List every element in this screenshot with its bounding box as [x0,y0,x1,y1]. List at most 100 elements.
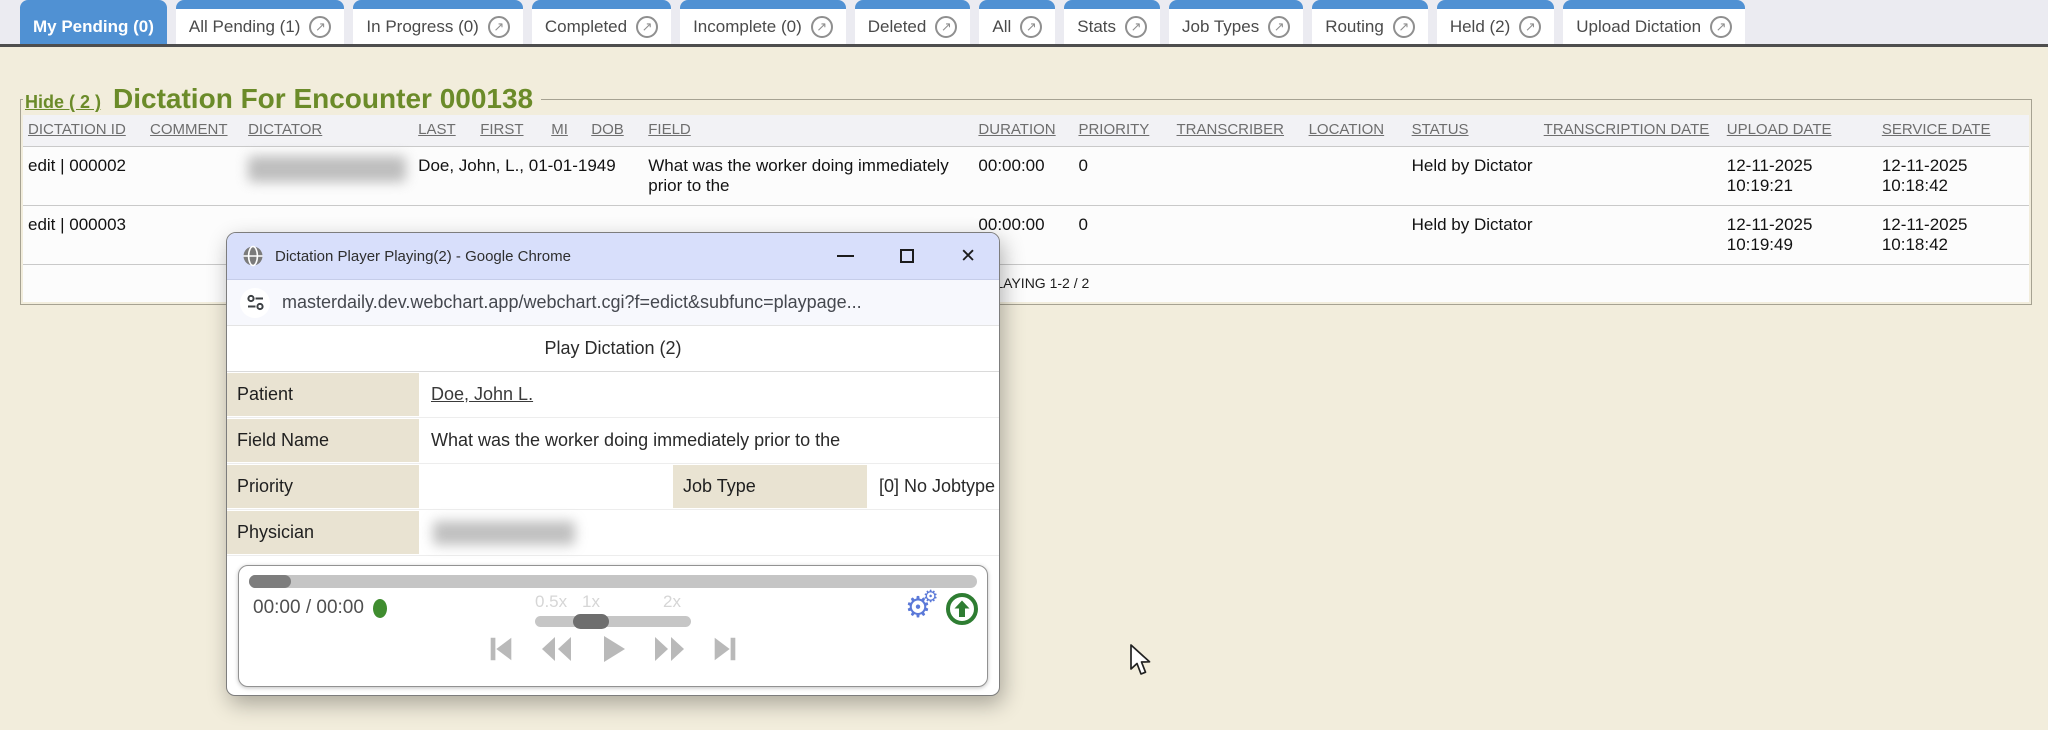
service-date-cell: 12-11-2025 10:18:42 [1877,205,2029,264]
upload-date-cell: 12-11-2025 10:19:49 [1722,205,1877,264]
open-new-window-icon[interactable]: ↗ [309,16,331,38]
tab-held[interactable]: Held (2) ↗ [1437,0,1554,44]
dictation-player-window: Dictation Player Playing(2) - Google Chr… [226,232,1000,696]
transcriber-cell [1172,205,1304,264]
speed-slider[interactable] [535,616,691,627]
open-new-window-icon[interactable]: ↗ [488,16,510,38]
open-new-window-icon[interactable]: ↗ [1710,16,1732,38]
speed-label-1x: 1x [582,592,600,612]
column-header-transcription-date[interactable]: TRANSCRIPTION DATE [1539,115,1722,147]
column-header-mi[interactable]: MI [546,115,586,147]
tab-upload-dictation[interactable]: Upload Dictation ↗ [1563,0,1745,44]
priority-label: Priority [227,465,419,508]
tab-incomplete[interactable]: Incomplete (0) ↗ [680,0,846,44]
tab-label: Job Types [1182,17,1259,37]
patient-row: Patient Doe, John L. [227,372,999,418]
tab-in-progress[interactable]: In Progress (0) ↗ [353,0,522,44]
column-header-field[interactable]: FIELD [643,115,973,147]
upload-arrow-icon[interactable] [945,592,979,631]
window-title-bar[interactable]: Dictation Player Playing(2) - Google Chr… [227,233,999,280]
open-new-window-icon[interactable]: ↗ [1125,16,1147,38]
hide-toggle-link[interactable]: Hide ( 2 ) [25,92,101,113]
column-header-last[interactable]: LAST [413,115,475,147]
open-new-window-icon[interactable]: ↗ [935,16,957,38]
transcription-date-cell [1539,205,1722,264]
tab-deleted[interactable]: Deleted ↗ [855,0,971,44]
job-type-value: [0] No Jobtype [867,464,999,509]
open-new-window-icon[interactable]: ↗ [1393,16,1415,38]
dictator-cell [243,146,413,205]
column-header-service-date[interactable]: SERVICE DATE [1877,115,2029,147]
tab-label: Deleted [868,17,927,37]
transcription-date-cell [1539,146,1722,205]
patient-name-dob-cell: Doe, John, L., 01-01-1949 [413,146,643,205]
play-dictation-heading: Play Dictation (2) [227,326,999,372]
status-cell: Held by Dictator [1407,205,1539,264]
minimize-icon[interactable] [837,255,854,257]
tab-label: My Pending (0) [33,17,154,37]
globe-icon [242,245,264,267]
seek-handle[interactable] [249,575,291,588]
tab-all-pending[interactable]: All Pending (1) ↗ [176,0,345,44]
window-title: Dictation Player Playing(2) - Google Chr… [275,248,571,265]
patient-label: Patient [227,373,419,416]
skip-to-end-button[interactable] [710,633,740,665]
encounter-panel-legend: Hide ( 2 ) Dictation For Encounter 00013… [23,84,541,115]
column-header-comment[interactable]: COMMENT [145,115,243,147]
tab-job-types[interactable]: Job Types ↗ [1169,0,1303,44]
column-header-dictation-id[interactable]: DICTATION ID [23,115,145,147]
tab-stats[interactable]: Stats ↗ [1064,0,1160,44]
dictation-id-cell[interactable]: edit | 000003 [23,205,145,264]
open-new-window-icon[interactable]: ↗ [1268,16,1290,38]
speed-control: 0.5x 1x 2x [535,592,691,627]
column-header-dob[interactable]: DOB [586,115,643,147]
column-header-duration[interactable]: DURATION [973,115,1073,147]
column-header-upload-date[interactable]: UPLOAD DATE [1722,115,1877,147]
column-header-transcriber[interactable]: TRANSCRIBER [1172,115,1304,147]
status-indicator-dot [373,599,387,618]
skip-to-start-button[interactable] [486,633,516,665]
settings-gears-icon[interactable]: ⚙ ⚙ [905,590,941,626]
dictation-id-cell[interactable]: edit | 000002 [23,146,145,205]
maximize-icon[interactable] [900,249,914,263]
speed-label-2x: 2x [663,592,681,612]
upload-date-cell: 12-11-2025 10:19:21 [1722,146,1877,205]
column-header-first[interactable]: FIRST [475,115,546,147]
priority-cell: 0 [1073,205,1171,264]
location-cell [1304,146,1407,205]
tab-label: All Pending (1) [189,17,301,37]
column-header-dictator[interactable]: DICTATOR [243,115,413,147]
tab-label: Completed [545,17,627,37]
speed-slider-handle[interactable] [573,614,609,629]
tab-my-pending[interactable]: My Pending (0) [20,0,167,44]
time-display: 00:00 / 00:00 [253,597,364,619]
tab-completed[interactable]: Completed ↗ [532,0,671,44]
window-controls: ✕ [837,247,984,266]
seek-bar[interactable] [249,575,977,588]
dictation-tab-bar: My Pending (0) All Pending (1) ↗ In Prog… [0,0,2048,47]
speed-label-half: 0.5x [535,592,567,612]
play-button[interactable] [598,632,628,666]
site-settings-icon[interactable] [240,288,270,318]
open-new-window-icon[interactable]: ↗ [1519,16,1541,38]
rewind-button[interactable] [540,633,574,665]
tab-label: Routing [1325,17,1384,37]
open-new-window-icon[interactable]: ↗ [811,16,833,38]
fast-forward-button[interactable] [652,633,686,665]
tab-routing[interactable]: Routing ↗ [1312,0,1428,44]
audio-player: 00:00 / 00:00 0.5x 1x 2x ⚙ ⚙ [238,565,988,687]
column-header-location[interactable]: LOCATION [1304,115,1407,147]
popup-url-bar: masterdaily.dev.webchart.app/webchart.cg… [227,280,999,326]
redacted-dictator-name [248,156,406,182]
transcriber-cell [1172,146,1304,205]
job-type-label: Job Type [673,465,867,508]
tab-all[interactable]: All ↗ [979,0,1055,44]
open-new-window-icon[interactable]: ↗ [1020,16,1042,38]
patient-link[interactable]: Doe, John L. [431,384,533,405]
column-header-status[interactable]: STATUS [1407,115,1539,147]
location-cell [1304,205,1407,264]
close-icon[interactable]: ✕ [960,247,976,266]
column-header-priority[interactable]: PRIORITY [1073,115,1171,147]
open-new-window-icon[interactable]: ↗ [636,16,658,38]
tab-label: Stats [1077,17,1116,37]
